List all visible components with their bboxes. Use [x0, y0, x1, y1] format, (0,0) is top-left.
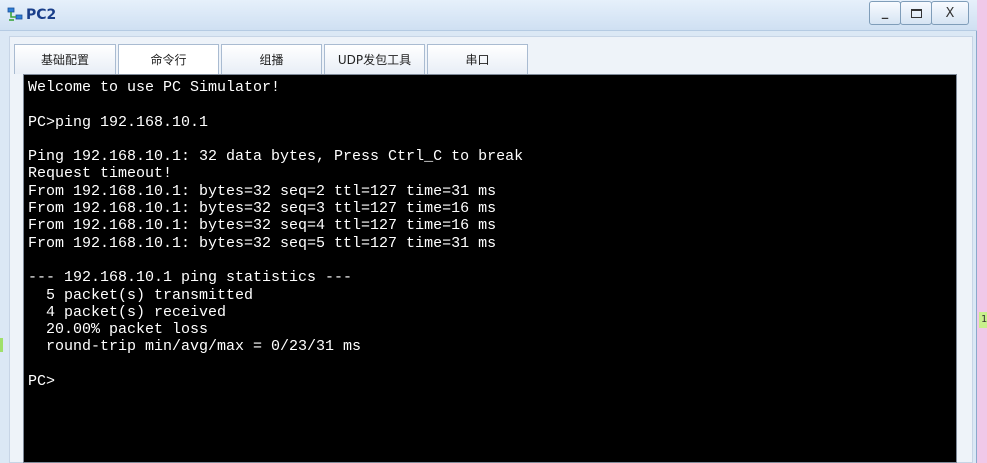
maximize-button[interactable] [900, 1, 932, 25]
terminal-line: 4 packet(s) received [28, 303, 227, 321]
terminal-prompt: PC> [28, 373, 56, 391]
close-button[interactable]: X [931, 1, 969, 25]
terminal-line: round-trip min/avg/max = 0/23/31 ms [28, 338, 362, 356]
tab-label: 基础配置 [40, 53, 89, 67]
terminal-line: Welcome to use PC Simulator! [28, 79, 281, 96]
tab-command-line[interactable]: 命令行 [118, 44, 219, 74]
terminal-line: From 192.168.10.1: bytes=32 seq=3 ttl=12… [28, 200, 497, 218]
background-window-edge: 1 [979, 312, 987, 328]
terminal-line: PC>ping 192.168.10.1 [28, 113, 209, 131]
tab-serial-port[interactable]: 串口 [427, 44, 528, 74]
tab-label: UDP发包工具 [337, 53, 412, 67]
tab-basic-config[interactable]: 基础配置 [14, 44, 116, 74]
tab-label: 串口 [465, 53, 490, 67]
terminal-line: Ping 192.168.10.1: 32 data bytes, Press … [28, 148, 524, 166]
maximize-icon [910, 8, 922, 18]
pc-simulator-window: PC2 _ X 基础配置 命令行 组播 UDP发包工具 串口 Welcome t… [0, 0, 977, 463]
background-window-edge-left [0, 338, 3, 352]
tab-udp-tool[interactable]: UDP发包工具 [324, 44, 425, 74]
tab-bar: 基础配置 命令行 组播 UDP发包工具 串口 [14, 44, 530, 74]
terminal-line: From 192.168.10.1: bytes=32 seq=5 ttl=12… [28, 234, 497, 252]
minimize-icon: _ [881, 5, 889, 20]
close-icon: X [945, 5, 955, 21]
window-title: PC2 [26, 7, 57, 23]
minimize-button[interactable]: _ [869, 1, 901, 25]
terminal-line: 5 packet(s) transmitted [28, 286, 254, 304]
title-bar[interactable]: PC2 _ X [0, 0, 977, 31]
terminal-line: From 192.168.10.1: bytes=32 seq=2 ttl=12… [28, 182, 497, 200]
terminal-line: From 192.168.10.1: bytes=32 seq=4 ttl=12… [28, 217, 497, 235]
tab-label: 命令行 [150, 53, 187, 67]
terminal-line: 20.00% packet loss [28, 321, 209, 339]
tab-multicast[interactable]: 组播 [221, 44, 322, 74]
tab-label: 组播 [259, 53, 284, 67]
terminal-line: Request timeout! [28, 165, 173, 183]
terminal-line: --- 192.168.10.1 ping statistics --- [28, 269, 353, 287]
command-terminal[interactable]: Welcome to use PC Simulator! PC>ping 192… [23, 74, 957, 463]
network-pc-icon [6, 6, 24, 24]
